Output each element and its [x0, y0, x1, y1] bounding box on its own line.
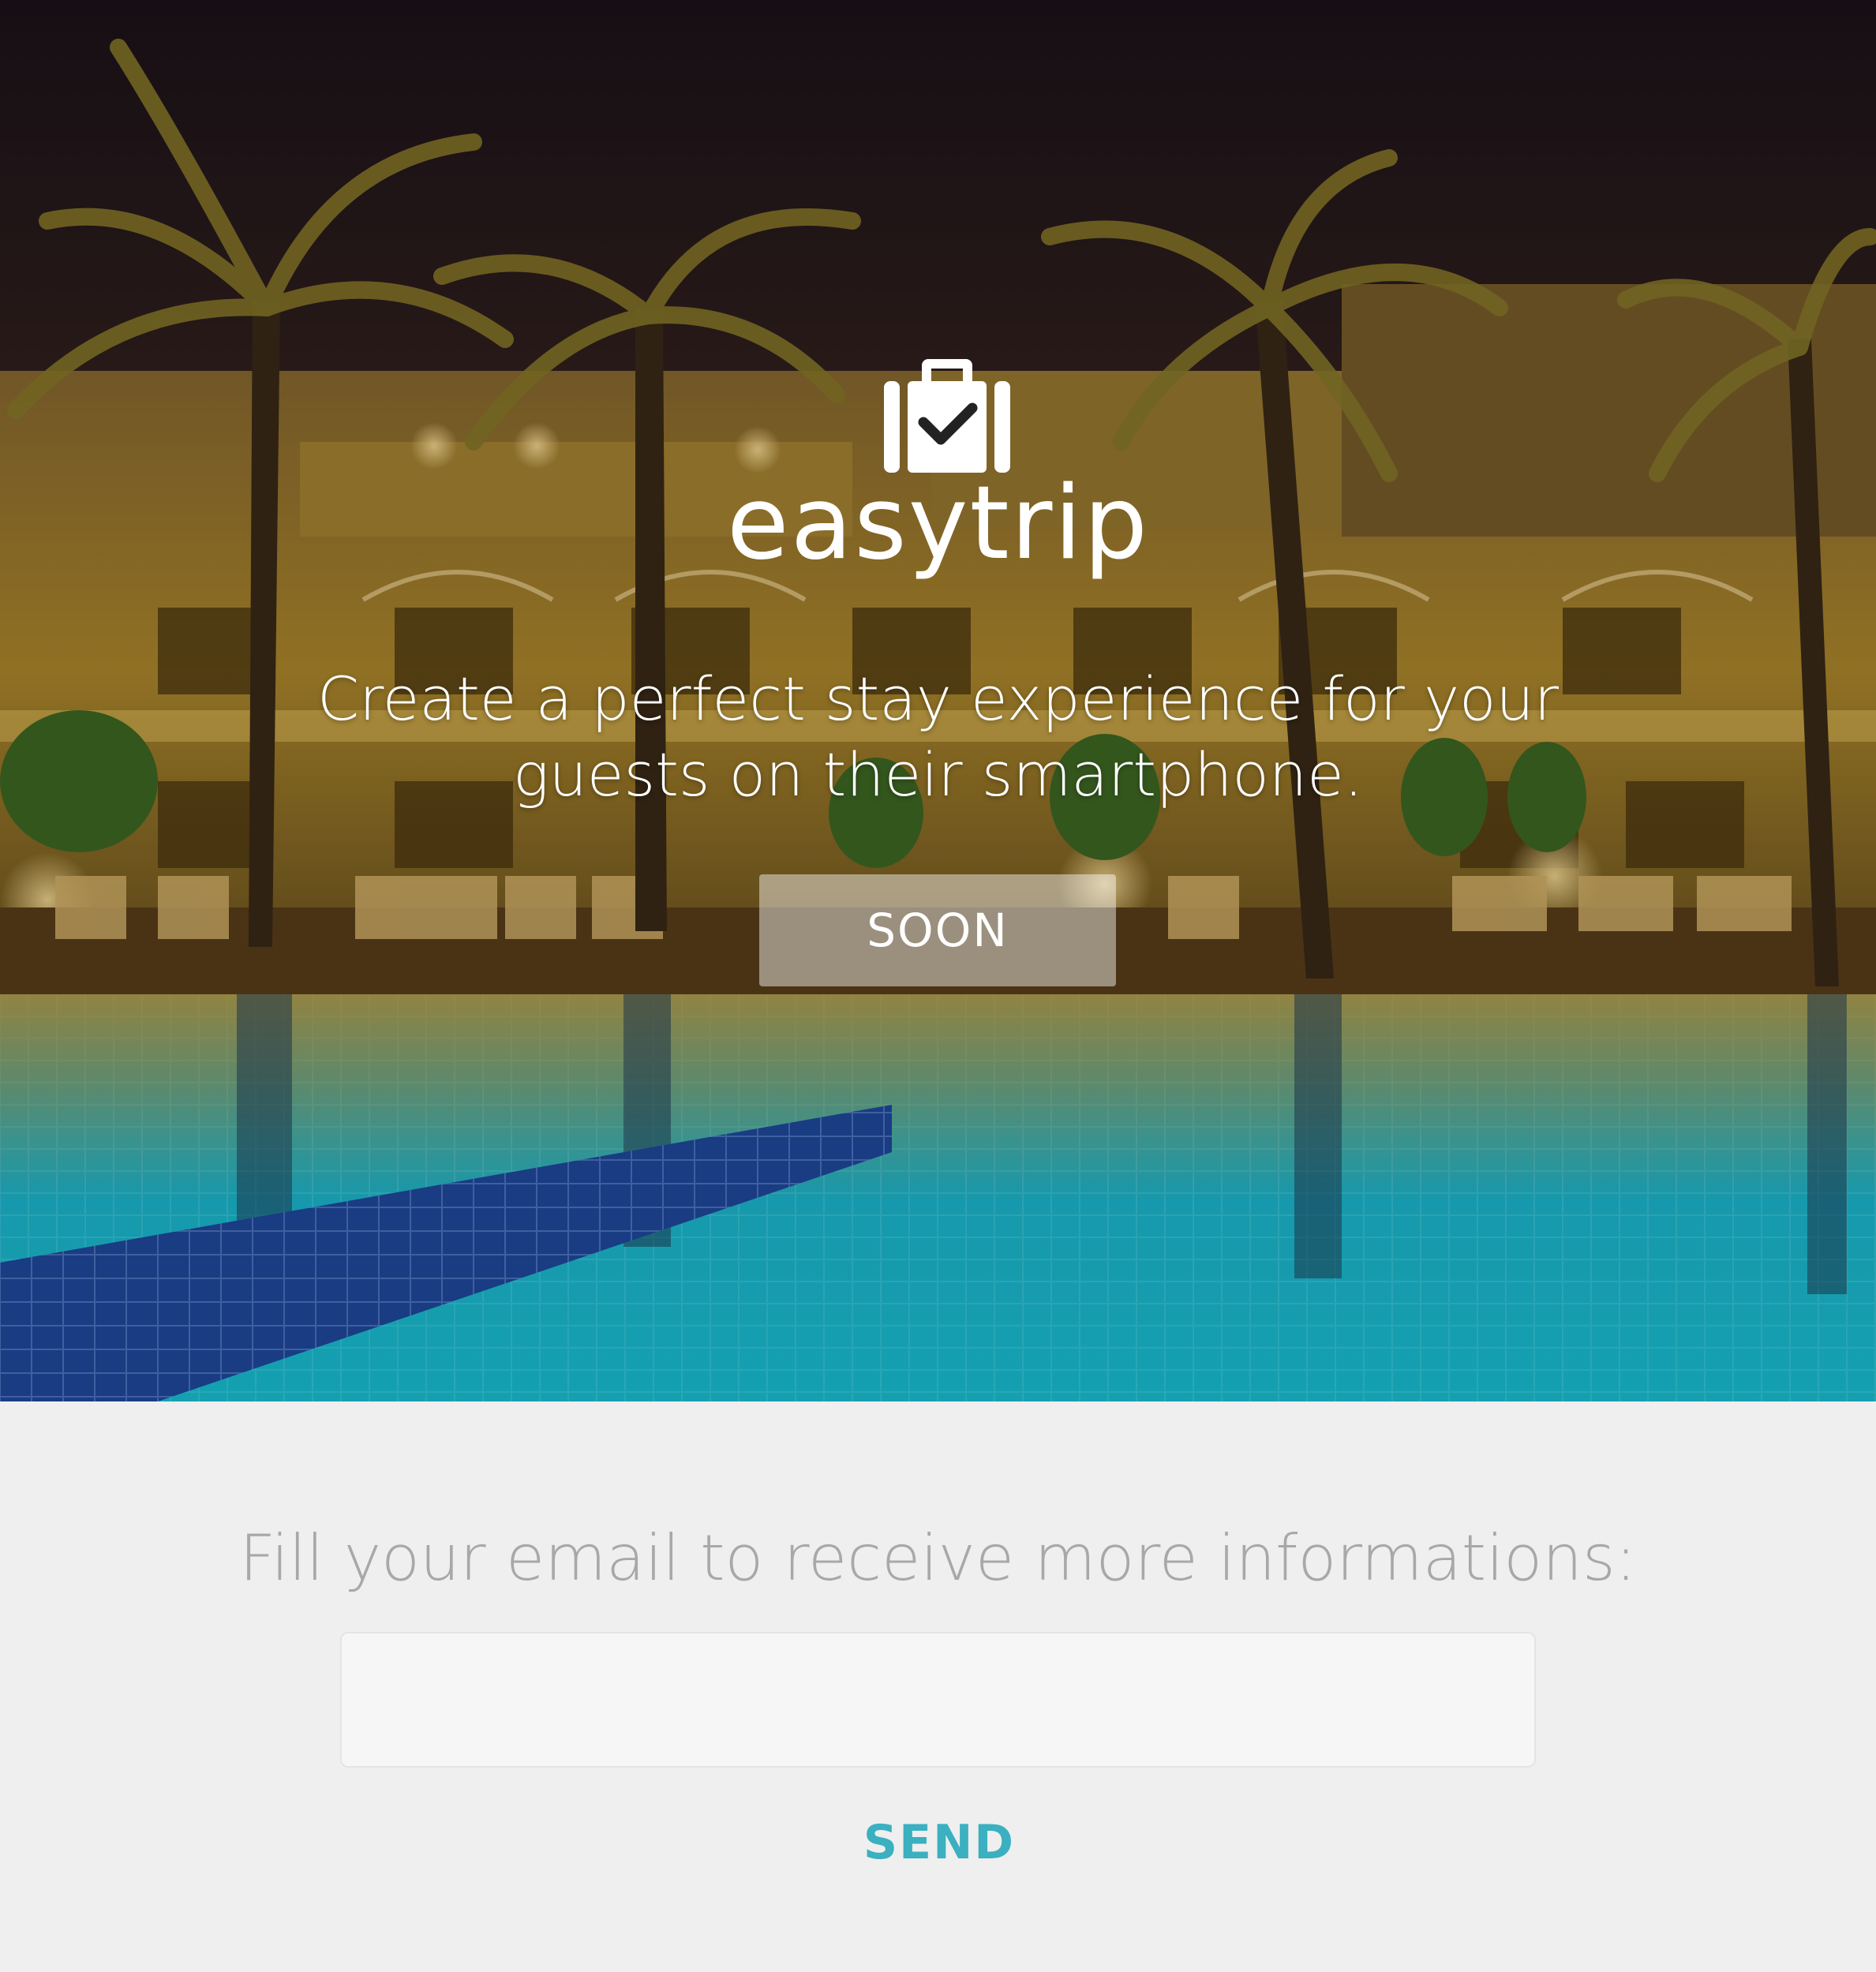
- hero-section: easytrip Create a perfect stay experienc…: [0, 0, 1876, 1401]
- hero-tagline-line-2: guests on their smartphone.: [513, 739, 1363, 810]
- email-field[interactable]: [340, 1632, 1536, 1768]
- email-prompt: Fill your email to receive more informat…: [239, 1521, 1637, 1595]
- soon-button[interactable]: SOON: [759, 874, 1116, 986]
- suitcase-check-icon: [884, 359, 1010, 473]
- hero-tagline: Create a perfect stay experience for you…: [0, 661, 1876, 813]
- send-button[interactable]: SEND: [821, 1807, 1058, 1878]
- brand-logo-text: easytrip: [726, 465, 1150, 582]
- landing-page: easytrip Create a perfect stay experienc…: [0, 0, 1876, 1972]
- hero-tagline-line-1: Create a perfect stay experience for you…: [317, 664, 1559, 734]
